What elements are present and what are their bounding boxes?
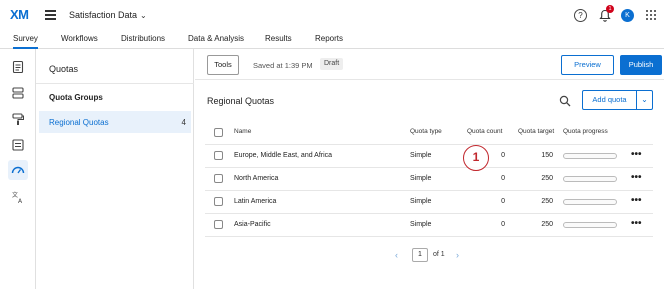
quotas-panel: Quotas Quota Groups Regional Quotas 4	[36, 49, 194, 289]
draft-badge: Draft	[320, 58, 344, 70]
main-nav: Survey Workflows Distributions Data & An…	[0, 32, 664, 49]
quota-progress-bar	[563, 176, 617, 182]
project-title-dropdown[interactable]: Satisfaction Data ⌄	[69, 10, 147, 20]
pagination: ‹ 1 of 1 ›	[195, 248, 664, 264]
quota-progress-bar	[563, 153, 617, 159]
tab-data-analysis[interactable]: Data & Analysis	[188, 34, 244, 49]
tool-rail: 文A	[0, 49, 36, 289]
notification-badge: 1	[606, 5, 614, 13]
quota-name[interactable]: North America	[234, 175, 278, 182]
table-row[interactable]: North America Simple 0 250 •••	[205, 168, 653, 191]
project-title: Satisfaction Data	[69, 10, 138, 20]
row-checkbox[interactable]	[214, 174, 223, 183]
tab-survey[interactable]: Survey	[13, 34, 38, 49]
quota-type: Simple	[410, 152, 432, 159]
quota-target: 250	[541, 175, 553, 182]
search-icon[interactable]	[559, 95, 571, 107]
quotas-gauge-icon[interactable]	[8, 160, 28, 180]
apps-grid-icon[interactable]	[646, 10, 656, 20]
select-all-checkbox[interactable]	[214, 128, 223, 137]
survey-options-icon[interactable]	[11, 138, 25, 152]
callout-marker: 1	[463, 145, 489, 171]
col-header-name[interactable]: Name	[234, 122, 251, 142]
tools-button[interactable]: Tools	[207, 55, 239, 75]
layout-icon[interactable]	[11, 86, 25, 100]
quota-count: 0	[501, 198, 505, 205]
table-row[interactable]: Latin America Simple 0 250 •••	[205, 191, 653, 214]
row-checkbox[interactable]	[214, 197, 223, 206]
help-icon[interactable]: ?	[574, 9, 587, 22]
chevron-down-icon: ⌄	[140, 11, 147, 20]
row-actions-menu[interactable]: •••	[631, 195, 642, 206]
quota-target: 250	[541, 221, 553, 228]
quota-type: Simple	[410, 198, 432, 205]
hamburger-menu-icon[interactable]	[45, 10, 56, 20]
tab-results[interactable]: Results	[265, 34, 292, 49]
publish-button[interactable]: Publish	[620, 55, 662, 75]
quota-group-count: 4	[181, 118, 186, 127]
quota-group-item-regional[interactable]: Regional Quotas 4	[39, 111, 191, 133]
quotas-panel-title: Quotas	[49, 64, 79, 74]
quota-name[interactable]: Latin America	[234, 198, 276, 205]
table-row[interactable]: Asia-Pacific Simple 0 250 •••	[205, 214, 653, 237]
top-header: XM Satisfaction Data ⌄ ? 1 K	[0, 0, 664, 32]
section-title: Regional Quotas	[207, 96, 275, 106]
avatar[interactable]: K	[621, 9, 634, 22]
add-quota-button[interactable]: Add quota	[582, 90, 637, 110]
quota-groups-heading: Quota Groups	[49, 93, 103, 102]
quota-target: 250	[541, 198, 553, 205]
quota-type: Simple	[410, 175, 432, 182]
prev-page-icon[interactable]: ‹	[395, 250, 398, 260]
divider	[36, 83, 194, 84]
tab-distributions[interactable]: Distributions	[121, 34, 165, 49]
quota-name[interactable]: Europe, Middle East, and Africa	[234, 152, 332, 159]
page-total: of 1	[433, 251, 445, 258]
col-header-progress[interactable]: Quota progress	[563, 122, 608, 142]
col-header-target[interactable]: Quota target	[518, 122, 554, 142]
quota-group-label: Regional Quotas	[49, 118, 109, 127]
chevron-down-icon: ⌄	[641, 95, 648, 104]
col-header-type[interactable]: Quota type	[410, 122, 442, 142]
xm-logo[interactable]: XM	[10, 7, 29, 22]
paint-roller-icon[interactable]	[11, 112, 25, 126]
tab-workflows[interactable]: Workflows	[61, 34, 98, 49]
quota-progress-bar	[563, 222, 617, 228]
quota-progress-bar	[563, 199, 617, 205]
survey-flow-icon[interactable]	[11, 60, 25, 74]
svg-text:A: A	[18, 198, 23, 204]
quota-count: 0	[501, 175, 505, 182]
row-checkbox[interactable]	[214, 151, 223, 160]
row-actions-menu[interactable]: •••	[631, 149, 642, 160]
preview-button[interactable]: Preview	[561, 55, 614, 75]
tab-reports[interactable]: Reports	[315, 34, 343, 49]
quota-count: 0	[501, 221, 505, 228]
add-quota-dropdown[interactable]: ⌄	[636, 90, 653, 110]
divider	[195, 79, 664, 80]
translate-icon[interactable]: 文A	[11, 190, 25, 205]
table-row[interactable]: Europe, Middle East, and Africa Simple 0…	[205, 145, 653, 168]
quota-target: 150	[541, 152, 553, 159]
row-checkbox[interactable]	[214, 220, 223, 229]
quota-name[interactable]: Asia-Pacific	[234, 221, 271, 228]
page-number-input[interactable]: 1	[412, 248, 428, 262]
saved-status: Saved at 1:39 PM	[253, 61, 313, 70]
row-actions-menu[interactable]: •••	[631, 172, 642, 183]
quota-type: Simple	[410, 221, 432, 228]
next-page-icon[interactable]: ›	[456, 250, 459, 260]
row-actions-menu[interactable]: •••	[631, 218, 642, 229]
col-header-count[interactable]: Quota count	[467, 122, 502, 142]
